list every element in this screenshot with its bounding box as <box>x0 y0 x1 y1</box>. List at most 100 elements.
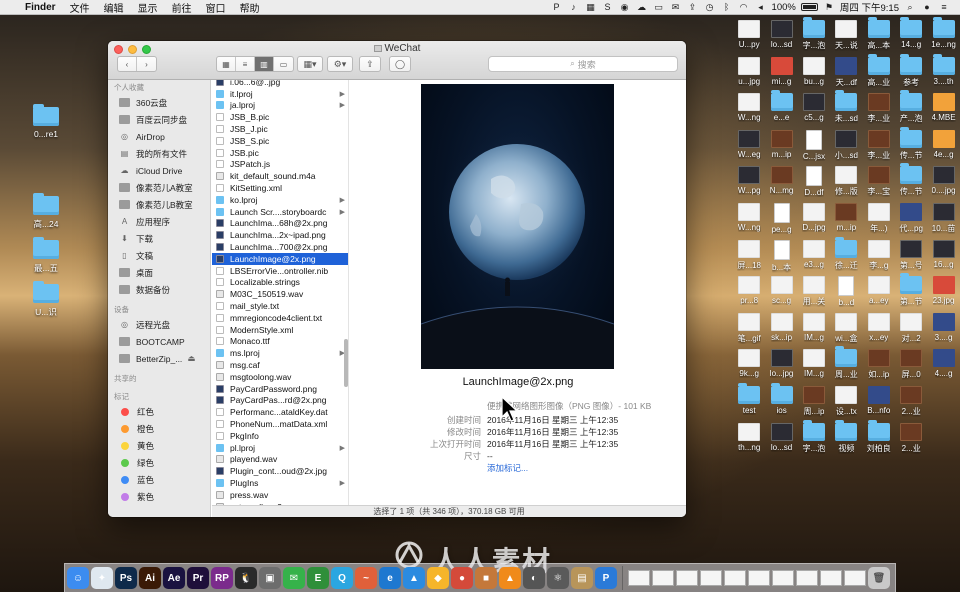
dock-minimized-window[interactable] <box>820 570 842 586</box>
file-row[interactable]: PlugIns ▶ <box>212 477 348 489</box>
desktop-grid-item[interactable]: lo...sd <box>765 421 797 458</box>
sidebar-tag-blue[interactable]: 蓝色 <box>108 471 210 488</box>
desktop-grid-item[interactable]: 23.jpg <box>927 274 959 311</box>
desktop-grid-item[interactable]: 视频 <box>830 419 862 458</box>
wechat-icon[interactable]: ✉ <box>283 567 305 589</box>
dock-minimized-window[interactable] <box>724 570 746 586</box>
bluetooth-icon[interactable]: ᛒ <box>721 2 733 13</box>
share-button[interactable]: ⇪ <box>359 56 381 72</box>
sketch-icon[interactable]: ◆ <box>427 567 449 589</box>
toolbox-icon[interactable]: ■ <box>475 567 497 589</box>
trash-icon[interactable]: 🗑 <box>868 567 890 589</box>
menu-window[interactable]: 窗口 <box>199 0 233 15</box>
after-effects-icon[interactable]: Ae <box>163 567 185 589</box>
back-button[interactable]: ‹ <box>118 57 137 71</box>
desktop-grid-item[interactable]: pe...g <box>765 201 797 238</box>
file-row[interactable]: KitSetting.xml <box>212 182 348 194</box>
file-row[interactable]: Plugin_cont...oud@2x.jpg <box>212 465 348 477</box>
file-row[interactable]: PkgInfo <box>212 430 348 442</box>
sidebar-item-downloads[interactable]: ⬇ 下载 <box>108 230 210 247</box>
desktop-grid-item[interactable]: 参考 <box>895 53 927 92</box>
desktop-grid-item[interactable]: 传...节 <box>895 126 927 165</box>
desktop-grid-item[interactable]: 3....th <box>927 53 959 92</box>
file-row[interactable]: Monaco.ttf <box>212 336 348 348</box>
search-spotlight-icon[interactable]: ⌕ <box>904 2 916 13</box>
volume-icon[interactable]: ◂ <box>755 2 767 13</box>
action-gear-button[interactable]: ⚙▾ <box>327 56 353 72</box>
grid-status-icon[interactable]: ▦ <box>585 2 597 13</box>
desktop-grid-item[interactable]: W...pg <box>733 164 765 201</box>
file-row[interactable]: LaunchIma...700@2x.png <box>212 241 348 253</box>
desktop-grid-item[interactable]: N...mg <box>765 164 797 201</box>
arrange-button[interactable]: ▦▾ <box>297 56 323 72</box>
list-view-button[interactable]: ≡ <box>236 57 255 71</box>
desktop-grid-item[interactable]: 设...tx <box>830 384 862 421</box>
desktop-grid-item[interactable]: wi...盒 <box>830 311 862 348</box>
desktop-grid-item[interactable]: mi...g <box>765 55 797 92</box>
battery-icon[interactable] <box>800 3 818 11</box>
file-row[interactable]: LaunchImage@2x.png <box>212 252 348 265</box>
file-row[interactable]: msg.caf <box>212 359 348 371</box>
desktop-grid-item[interactable]: 高...本 <box>863 17 895 55</box>
file-row[interactable]: pl.lproj ▶ <box>212 442 348 454</box>
evernote-icon[interactable]: E <box>307 567 329 589</box>
time-machine-icon[interactable]: ◷ <box>704 2 716 13</box>
eject-icon[interactable]: ⏏ <box>187 353 195 364</box>
desktop-grid-item[interactable]: D...jpg <box>798 201 830 238</box>
package-icon[interactable]: ▤ <box>571 567 593 589</box>
desktop-grid-item[interactable]: x...ey <box>863 311 895 348</box>
desktop-grid-item[interactable]: m...ip <box>830 201 862 238</box>
desktop-grid-item[interactable]: 未...sd <box>830 90 862 128</box>
desktop-grid-item[interactable]: lo...sd <box>765 18 797 55</box>
file-row[interactable]: PhoneNum...matData.xml <box>212 418 348 430</box>
tags-button[interactable]: ◯ <box>389 56 411 72</box>
sidebar-item-baidu[interactable]: 百度云同步盘 <box>108 111 210 128</box>
upload-status-icon[interactable]: ⇪ <box>687 2 699 13</box>
desktop-grid-item[interactable]: ios <box>765 382 797 421</box>
file-row[interactable]: playend.wav <box>212 454 348 466</box>
desktop-grid-item[interactable]: u...jpg <box>733 55 765 92</box>
scrollbar[interactable] <box>344 339 348 387</box>
desktop-grid-item[interactable]: 徐...迁 <box>830 236 862 275</box>
sidebar-item-betterzip[interactable]: BetterZip_... ⏏ <box>108 350 210 367</box>
desktop-grid-item[interactable]: c5...g <box>798 91 830 128</box>
desktop-grid-item[interactable]: e...e <box>765 90 797 128</box>
cover-flow-button[interactable]: ▭ <box>274 57 293 71</box>
qq-icon[interactable]: 🐧 <box>235 567 257 589</box>
desktop-grid-item[interactable]: b...d <box>830 274 862 311</box>
photoshop-icon[interactable]: Ps <box>115 567 137 589</box>
desktop-grid-item[interactable]: 笔...gif <box>733 311 765 348</box>
dock-minimized-window[interactable] <box>772 570 794 586</box>
clock[interactable]: 周四 下午9:15 <box>840 0 899 14</box>
desktop-grid-item[interactable]: W...ng <box>733 91 765 128</box>
desktop-grid-item[interactable]: 李...业 <box>863 91 895 128</box>
desktop-item[interactable]: 高...24 <box>22 193 70 230</box>
fish-icon[interactable]: ~ <box>355 567 377 589</box>
safari-icon[interactable]: ✦ <box>91 567 113 589</box>
search-field[interactable]: ⌕ 搜索 <box>488 56 678 72</box>
eye-status-icon[interactable]: ◉ <box>619 2 631 13</box>
mail-status-icon[interactable]: ✉ <box>670 2 682 13</box>
sidebar-tag-yellow[interactable]: 黄色 <box>108 437 210 454</box>
desktop-grid-item[interactable]: a...ey <box>863 274 895 311</box>
desktop-grid-item[interactable]: 屏...18 <box>733 238 765 275</box>
desktop-grid-item[interactable]: test <box>733 382 765 421</box>
desktop-grid-item[interactable]: 年...) <box>863 201 895 238</box>
dock-minimized-window[interactable] <box>748 570 770 586</box>
file-row[interactable]: ms.lproj ▶ <box>212 347 348 359</box>
desktop-grid-item[interactable]: 对...2 <box>895 311 927 348</box>
icon-view-button[interactable]: ▦ <box>217 57 236 71</box>
desktop-grid-item[interactable]: pr...8 <box>733 274 765 311</box>
desktop-grid-item[interactable]: 高...业 <box>863 53 895 92</box>
menu-view[interactable]: 显示 <box>131 0 165 15</box>
dock-minimized-window[interactable] <box>700 570 722 586</box>
desktop-grid-item[interactable]: 天...df <box>830 55 862 92</box>
sidebar-tag-purple[interactable]: 紫色 <box>108 488 210 505</box>
dock-minimized-window[interactable] <box>676 570 698 586</box>
keynote-icon[interactable]: ▲ <box>403 567 425 589</box>
desktop-grid-item[interactable]: 第...号 <box>895 238 927 275</box>
desktop-grid-item[interactable]: 第...节 <box>895 273 927 311</box>
sidebar-item-desktop[interactable]: 桌面 <box>108 264 210 281</box>
dock-minimized-window[interactable] <box>652 570 674 586</box>
sidebar-item-classroom-b[interactable]: 像素范儿B教室 <box>108 196 210 213</box>
